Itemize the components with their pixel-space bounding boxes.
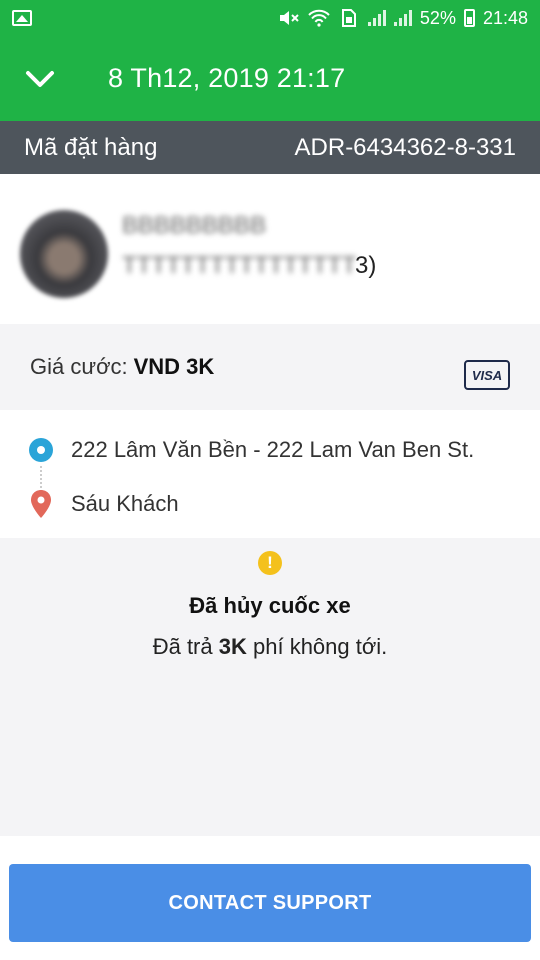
fare-label: Giá cước: — [30, 354, 128, 379]
dropoff-row: Sáu Khách — [0, 484, 540, 524]
avatar — [20, 210, 108, 298]
location-pin-icon — [31, 490, 51, 518]
sim-icon — [338, 9, 360, 27]
signal-icon — [367, 10, 386, 26]
battery-percent: 52% — [419, 7, 456, 28]
status-desc-prefix: Đã trả — [152, 634, 213, 659]
pickup-dot-icon — [29, 438, 53, 462]
vehicle-info: TTTTTTTTTTTTTTTT — [122, 252, 357, 279]
status-desc-amount: 3K — [218, 634, 247, 659]
driver-card: BBBBBBBBB TTTTTTTTTTTTTTTT 3) — [0, 174, 540, 324]
order-code-value: ADR-6434362-8-331 — [294, 133, 516, 161]
fare-row: Giá cước: VND 3K VISA — [0, 324, 540, 410]
driver-name: BBBBBBBBB — [122, 212, 267, 239]
page-title: 8 Th12, 2019 21:17 — [108, 63, 346, 93]
booking-status: ! Đã hủy cuốc xe Đã trả 3K phí không tới… — [0, 538, 540, 836]
contact-support-button[interactable]: CONTACT SUPPORT — [9, 864, 531, 942]
signal-icon — [393, 10, 412, 26]
wifi-icon — [308, 9, 330, 27]
status-description: Đã trả 3K phí không tới. — [0, 634, 540, 660]
battery-icon — [463, 9, 475, 27]
route-card: 222 Lâm Văn Bền - 222 Lam Van Ben St. Sá… — [0, 410, 540, 538]
pickup-row: 222 Lâm Văn Bền - 222 Lam Van Ben St. — [0, 430, 540, 470]
dropoff-address: Sáu Khách — [71, 491, 179, 516]
fare-amount: VND 3K — [133, 354, 215, 379]
app-bar: 8 Th12, 2019 21:17 — [0, 36, 540, 121]
chevron-down-icon[interactable] — [0, 36, 80, 121]
mute-icon — [278, 9, 300, 27]
pickup-address: 222 Lâm Văn Bền - 222 Lam Van Ben St. — [71, 437, 475, 462]
gallery-icon — [12, 10, 32, 26]
order-code-bar: Mã đặt hàng ADR-6434362-8-331 — [0, 121, 540, 174]
visa-card-icon: VISA — [464, 360, 510, 390]
order-code-label: Mã đặt hàng — [24, 133, 158, 161]
bottom-actions: CONTACT SUPPORT — [0, 836, 540, 960]
clock: 21:48 — [482, 7, 528, 28]
vehicle-info-suffix: 3) — [355, 252, 377, 279]
status-headline: Đã hủy cuốc xe — [189, 593, 351, 618]
warning-icon: ! — [258, 551, 282, 575]
status-bar: 52% 21:48 — [0, 0, 540, 36]
status-desc-suffix: phí không tới. — [253, 634, 388, 659]
